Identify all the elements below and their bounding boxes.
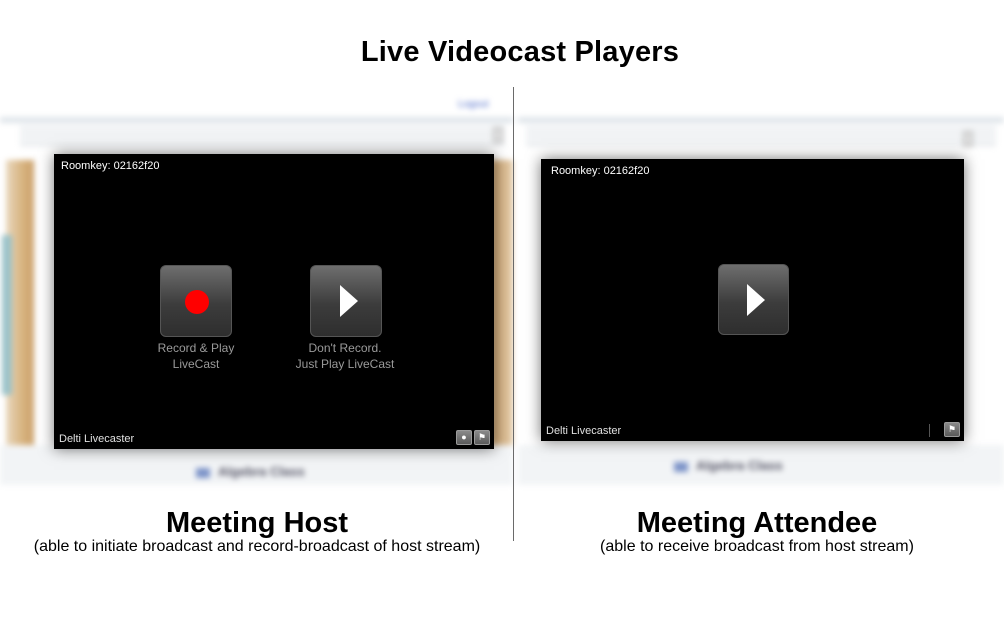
play-only-button[interactable] bbox=[310, 265, 382, 337]
host-player: Roomkey: 02162f20 Record & Play LiveCast… bbox=[54, 154, 494, 449]
player-brand: Delti Livecaster bbox=[546, 425, 622, 437]
divider bbox=[513, 87, 514, 541]
separator bbox=[929, 424, 930, 437]
record-icon bbox=[185, 290, 209, 314]
flag-icon: ⚑ bbox=[477, 432, 487, 442]
play-button[interactable] bbox=[718, 264, 789, 335]
roomkey-label: Roomkey: 02162f20 bbox=[551, 165, 650, 177]
flag-icon: ⚑ bbox=[947, 424, 957, 434]
play-icon bbox=[747, 284, 765, 316]
mic-icon: ● bbox=[461, 432, 467, 442]
host-caption-subtitle: (able to initiate broadcast and record-b… bbox=[33, 538, 481, 555]
folder-icon bbox=[674, 461, 688, 472]
background-tab: Algebra Class bbox=[196, 464, 305, 479]
attendee-caption-title: Meeting Attendee bbox=[636, 507, 878, 539]
roomkey-label: Roomkey: 02162f20 bbox=[61, 160, 160, 172]
player-brand: Delti Livecaster bbox=[59, 433, 135, 445]
play-only-label: Don't Record. Just Play LiveCast bbox=[295, 341, 395, 371]
flag-button[interactable]: ⚑ bbox=[944, 422, 960, 437]
host-caption-title: Meeting Host bbox=[165, 507, 349, 539]
flag-button[interactable]: ⚑ bbox=[474, 430, 490, 445]
background-tab: Algebra Class bbox=[674, 458, 783, 473]
play-icon bbox=[340, 285, 358, 317]
record-play-button[interactable] bbox=[160, 265, 232, 337]
page-title: Live Videocast Players bbox=[360, 36, 680, 68]
folder-icon bbox=[196, 467, 210, 478]
attendee-caption-subtitle: (able to receive broadcast from host str… bbox=[600, 538, 914, 555]
attendee-player: Roomkey: 02162f20 Delti Livecaster ⚑ bbox=[541, 159, 964, 441]
logout-link: Logout bbox=[458, 99, 489, 110]
mic-button[interactable]: ● bbox=[456, 430, 472, 445]
